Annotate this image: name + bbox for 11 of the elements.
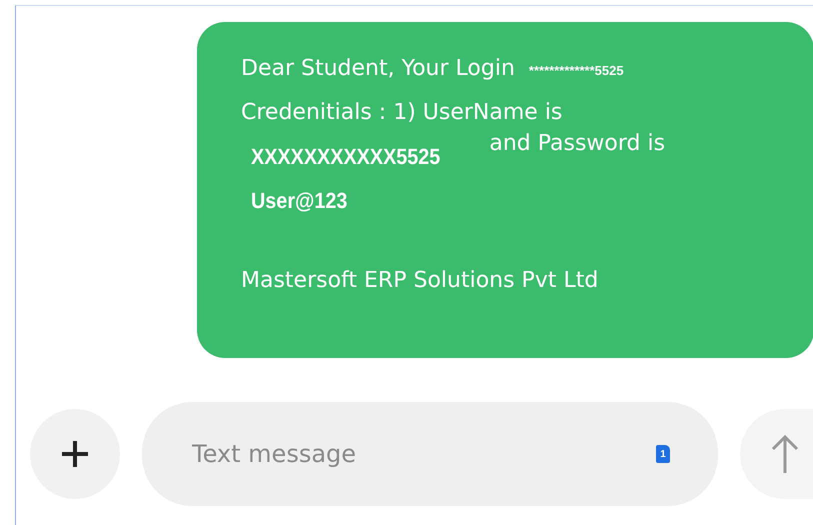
arrow-up-icon [770,434,798,474]
send-button[interactable] [740,409,813,499]
message-text: and Password is [489,133,666,155]
message-text: Credenitials : 1) UserName is [241,102,562,124]
message-text: XXXXXXXXXXX5525 [251,146,440,168]
sim-badge: 1 [656,445,670,463]
message-text: Dear Student, Your Login [241,58,515,80]
message-text: User@123 [251,190,348,212]
masked-number: *************5525 [528,62,624,80]
message-text: Mastersoft ERP Solutions Pvt Ltd [241,270,598,292]
plus-icon [60,439,90,469]
